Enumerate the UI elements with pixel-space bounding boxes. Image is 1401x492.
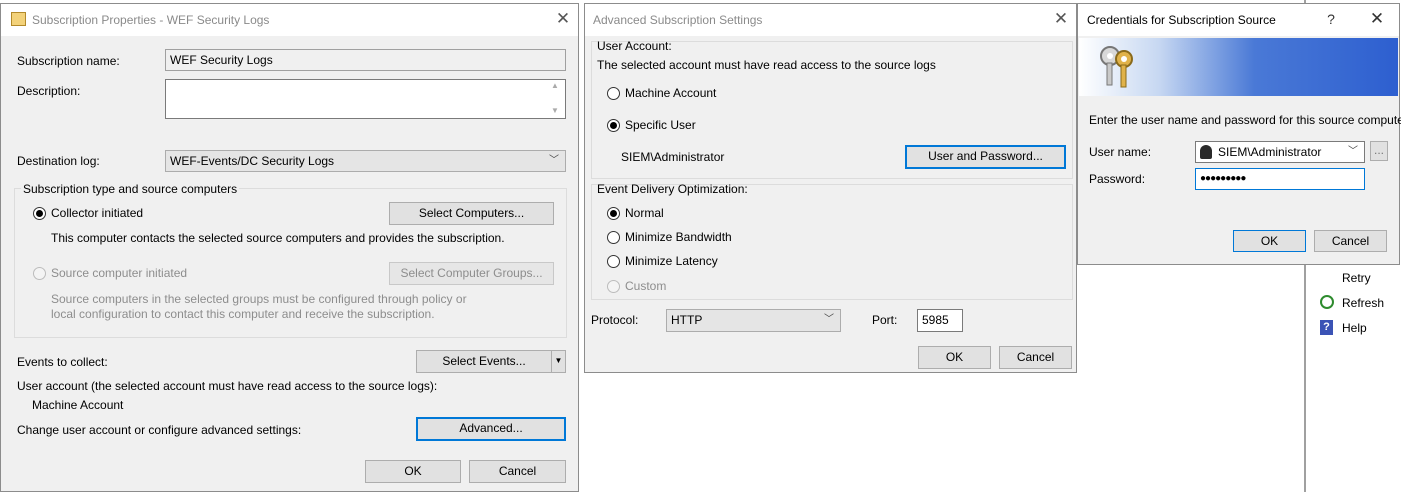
custom-label: Custom: [625, 279, 667, 293]
advanced-settings-titlebar: Advanced Subscription Settings ✕: [585, 4, 1076, 36]
collector-initiated-radio[interactable]: [33, 207, 46, 220]
protocol-value: HTTP: [671, 313, 703, 327]
advanced-dialog-title: Advanced Subscription Settings: [593, 13, 763, 27]
select-events-button[interactable]: Select Events... ▼: [416, 350, 566, 373]
username-combo[interactable]: SIEM\Administrator ﹀: [1195, 141, 1365, 163]
specific-user-value: SIEM\Administrator: [621, 150, 725, 164]
keys-icon: [1100, 46, 1133, 88]
machine-account-label: Machine Account: [625, 86, 717, 100]
destination-log-label: Destination log:: [17, 154, 100, 168]
source-description-line2: local configuration to contact this comp…: [51, 307, 435, 321]
specific-user-label: Specific User: [625, 118, 696, 132]
minimize-bandwidth-radio[interactable]: [607, 231, 620, 244]
scroll-down-icon[interactable]: ▼: [551, 106, 559, 115]
destination-log-value: WEF-Events/DC Security Logs: [170, 154, 335, 168]
ok-button[interactable]: OK: [918, 346, 991, 369]
minimize-latency-label: Minimize Latency: [625, 254, 718, 268]
description-label: Description:: [17, 84, 81, 98]
user-and-password-button[interactable]: User and Password...: [905, 145, 1066, 169]
close-icon[interactable]: ✕: [1366, 8, 1388, 30]
collector-description: This computer contacts the selected sour…: [51, 231, 505, 245]
user-account-label: User account (the selected account must …: [17, 379, 438, 393]
destination-log-select[interactable]: WEF-Events/DC Security Logs ﹀: [165, 150, 566, 172]
properties-icon: [11, 12, 26, 26]
cancel-button[interactable]: Cancel: [999, 346, 1072, 369]
user-account-header: User Account:: [597, 39, 672, 53]
help-icon[interactable]: ?: [1320, 8, 1342, 30]
action-refresh-label: Refresh: [1342, 296, 1385, 310]
scroll-up-icon[interactable]: ▲: [551, 81, 559, 90]
subscription-name-label: Subscription name:: [17, 54, 120, 68]
action-retry-label: Retry: [1342, 271, 1371, 285]
specific-user-radio[interactable]: [607, 119, 620, 132]
username-value: SIEM\Administrator: [1218, 145, 1322, 159]
advanced-settings-dialog: Advanced Subscription Settings ✕ User Ac…: [584, 3, 1077, 373]
protocol-select[interactable]: HTTP ﹀: [666, 309, 841, 332]
help-icon: ?: [1320, 320, 1333, 335]
user-icon: [1200, 145, 1212, 159]
change-settings-label: Change user account or configure advance…: [17, 423, 302, 437]
refresh-icon: [1320, 295, 1334, 309]
dialog-title: Subscription Properties - WEF Security L…: [32, 13, 270, 27]
custom-radio[interactable]: [607, 280, 620, 293]
advanced-button[interactable]: Advanced...: [416, 417, 566, 441]
source-initiated-label: Source computer initiated: [51, 266, 188, 280]
select-computer-groups-button[interactable]: Select Computer Groups...: [389, 262, 554, 285]
credentials-dialog-title: Credentials for Subscription Source: [1087, 13, 1276, 27]
select-computers-button[interactable]: Select Computers...: [389, 202, 554, 225]
cancel-button[interactable]: Cancel: [469, 460, 566, 483]
subscription-properties-titlebar: Subscription Properties - WEF Security L…: [1, 4, 578, 36]
dropdown-arrow-icon[interactable]: ▼: [551, 351, 565, 372]
events-to-collect-label: Events to collect:: [17, 355, 108, 369]
ok-button[interactable]: OK: [365, 460, 461, 483]
username-label: User name:: [1089, 145, 1152, 159]
source-description-line1: Source computers in the selected groups …: [51, 292, 467, 306]
normal-label: Normal: [625, 206, 664, 220]
action-refresh[interactable]: Refresh: [1318, 293, 1398, 313]
port-field[interactable]: 5985: [917, 309, 963, 332]
cancel-button[interactable]: Cancel: [1314, 230, 1387, 252]
action-help-label: Help: [1342, 321, 1367, 335]
credentials-dialog: Credentials for Subscription Source ? ✕ …: [1077, 3, 1401, 265]
protocol-label: Protocol:: [591, 313, 639, 327]
credentials-titlebar: Credentials for Subscription Source ? ✕: [1078, 4, 1399, 36]
port-label: Port:: [872, 313, 898, 327]
subscription-name-field[interactable]: WEF Security Logs: [165, 49, 566, 71]
close-icon[interactable]: ✕: [552, 8, 574, 30]
credentials-banner: [1079, 38, 1398, 96]
chevron-down-icon: ﹀: [824, 314, 834, 325]
collector-initiated-label: Collector initiated: [51, 206, 144, 220]
action-help[interactable]: ? Help: [1318, 318, 1398, 338]
normal-radio[interactable]: [607, 207, 620, 220]
browse-users-button[interactable]: ...: [1370, 141, 1388, 161]
subscription-type-header: Subscription type and source computers: [21, 182, 240, 196]
minimize-bandwidth-label: Minimize Bandwidth: [625, 230, 732, 244]
delivery-optimization-header: Event Delivery Optimization:: [597, 182, 748, 196]
chevron-down-icon: ﹀: [549, 155, 559, 166]
minimize-latency-radio[interactable]: [607, 255, 620, 268]
source-initiated-radio[interactable]: [33, 267, 46, 280]
close-icon[interactable]: ✕: [1050, 8, 1072, 30]
user-account-value: Machine Account: [32, 398, 124, 412]
user-account-note: The selected account must have read acce…: [597, 58, 936, 72]
select-events-label: Select Events...: [442, 354, 526, 368]
subscription-properties-dialog: Subscription Properties - WEF Security L…: [0, 3, 579, 492]
credentials-prompt: Enter the user name and password for thi…: [1089, 113, 1401, 127]
chevron-down-icon: ﹀: [1348, 146, 1358, 157]
machine-account-radio[interactable]: [607, 87, 620, 100]
description-field[interactable]: [165, 79, 566, 119]
ok-button[interactable]: OK: [1233, 230, 1306, 252]
action-retry[interactable]: Retry: [1318, 268, 1398, 288]
password-label: Password:: [1089, 172, 1146, 186]
password-field[interactable]: ●●●●●●●●●: [1195, 168, 1365, 190]
